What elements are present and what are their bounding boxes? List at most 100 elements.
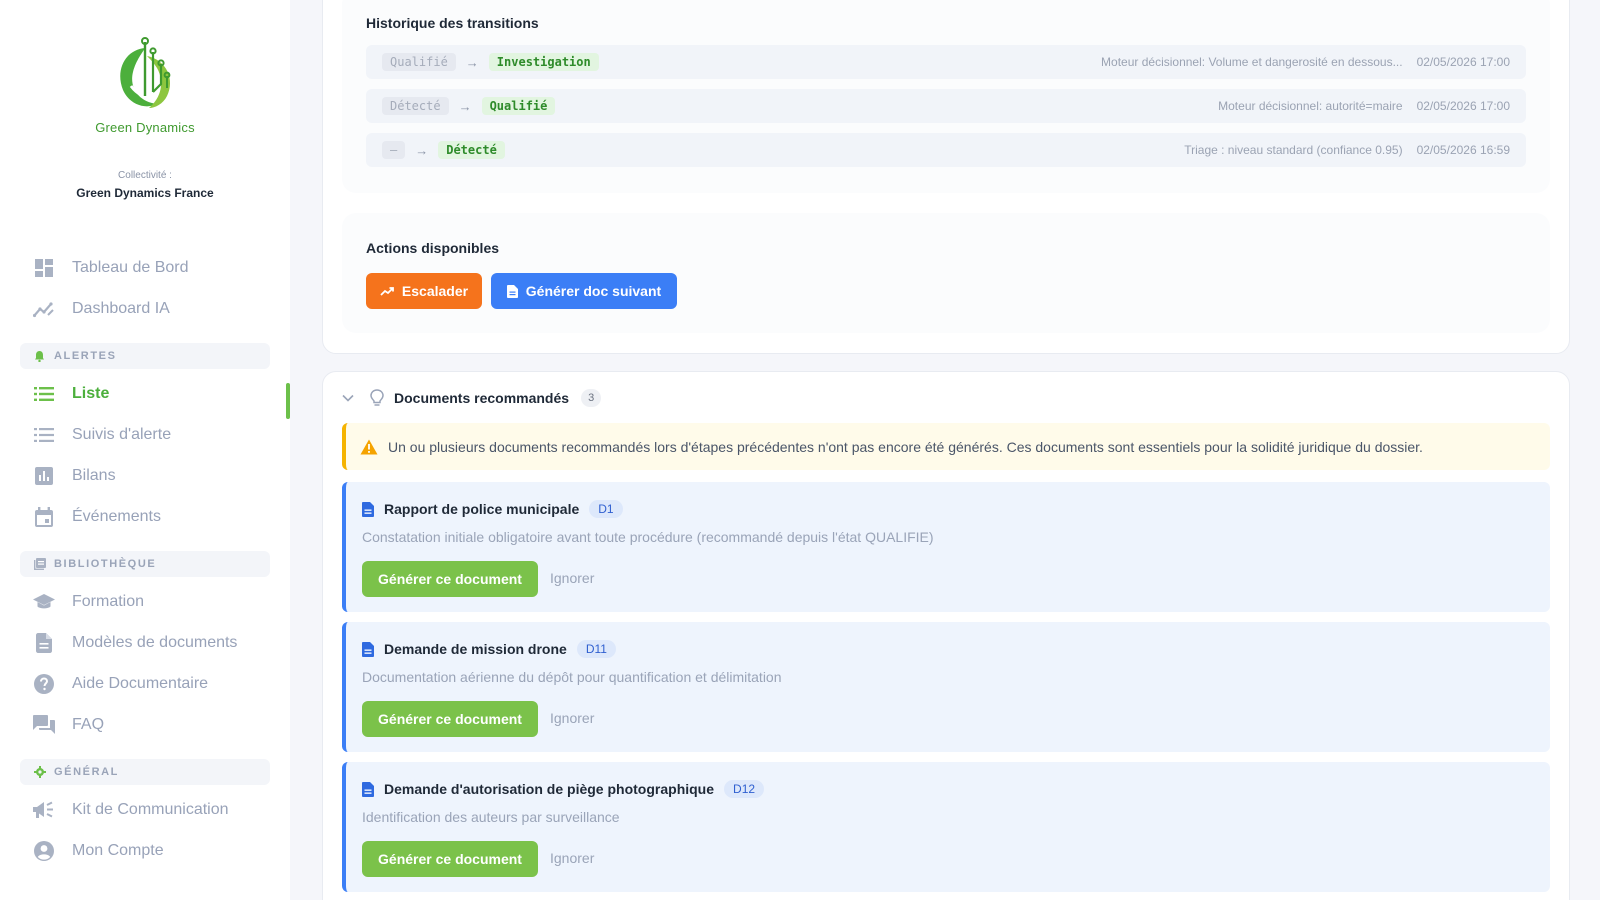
document-icon	[362, 501, 374, 517]
account-icon	[32, 839, 56, 863]
state-to-badge: Détecté	[438, 141, 505, 159]
sidebar-item-modeles-documents[interactable]: Modèles de documents	[20, 624, 270, 662]
section-header-alertes: ALERTES	[20, 343, 270, 369]
sidebar-item-formation[interactable]: Formation	[20, 583, 270, 621]
trending-up-icon	[380, 287, 394, 296]
generate-document-button[interactable]: Générer ce document	[362, 841, 538, 877]
doc-description: Documentation aérienne du dépôt pour qua…	[362, 669, 782, 685]
section-header-bibliotheque: BIBLIOTHÈQUE	[20, 551, 270, 577]
sidebar-item-tableau-de-bord[interactable]: Tableau de Bord	[20, 249, 270, 287]
transition-row: — → Détecté Triage : niveau standard (co…	[366, 133, 1526, 167]
sidebar-item-evenements[interactable]: Événements	[20, 498, 270, 536]
sidebar-item-label: Suivis d'alerte	[72, 426, 172, 443]
sidebar-item-bilans[interactable]: Bilans	[20, 457, 270, 495]
doc-description: Constatation initiale obligatoire avant …	[362, 529, 934, 545]
bell-icon	[34, 350, 46, 362]
transition-date: 02/05/2026 16:59	[1416, 143, 1510, 157]
state-to-badge: Investigation	[488, 53, 599, 71]
state-to-badge: Qualifié	[481, 97, 556, 115]
bar-chart-icon	[32, 464, 56, 488]
doc-code-badge: D12	[724, 780, 765, 798]
history-title: Historique des transitions	[366, 15, 539, 31]
sidebar-item-label: Événements	[72, 508, 161, 525]
arrow-right-icon: →	[415, 142, 429, 158]
dashboard-icon	[32, 256, 56, 280]
doc-description: Identification des auteurs par surveilla…	[362, 809, 620, 825]
state-from-badge: Détecté	[382, 97, 449, 115]
sidebar-item-faq[interactable]: FAQ	[20, 706, 270, 744]
generate-document-button[interactable]: Générer ce document	[362, 701, 538, 737]
recommended-docs-title: Documents recommandés	[394, 390, 570, 406]
sidebar-item-label: Formation	[72, 593, 145, 610]
transition-row: Détecté → Qualifié Moteur décisionnel: a…	[366, 89, 1526, 123]
transition-note: Moteur décisionnel: Volume et dangerosit…	[1101, 55, 1403, 69]
sidebar-item-label: Modèles de documents	[72, 634, 238, 651]
doc-name: Demande d'autorisation de piège photogra…	[384, 781, 715, 797]
forum-icon	[32, 713, 56, 737]
sidebar-item-mon-compte[interactable]: Mon Compte	[20, 832, 270, 870]
sidebar-item-liste[interactable]: Liste	[20, 375, 270, 413]
recommended-doc-item: Rapport de police municipale D1 Constata…	[342, 482, 1550, 612]
state-from-badge: Qualifié	[382, 53, 456, 71]
warning-banner: Un ou plusieurs documents recommandés lo…	[342, 423, 1550, 470]
ignore-link[interactable]: Ignorer	[550, 850, 594, 866]
sidebar-item-dashboard-ia[interactable]: Dashboard IA	[20, 290, 270, 328]
transition-date: 02/05/2026 17:00	[1416, 99, 1510, 113]
recommended-docs-header[interactable]: Documents recommandés 3	[342, 384, 602, 412]
section-header-general: GÉNÉRAL	[20, 759, 270, 785]
recommended-doc-item: Demande d'autorisation de piège photogra…	[342, 762, 1550, 892]
graduation-cap-icon	[32, 590, 56, 614]
main-content: Historique des transitions Qualifié → In…	[290, 0, 1600, 900]
logo-text: Green Dynamics	[95, 120, 195, 135]
sidebar-item-label: Kit de Communication	[72, 801, 229, 818]
doc-code-badge: D1	[589, 500, 623, 518]
transition-date: 02/05/2026 17:00	[1416, 55, 1510, 69]
transition-note: Triage : niveau standard (confiance 0.95…	[1184, 143, 1403, 157]
state-from-badge: —	[382, 141, 406, 159]
arrow-right-icon: →	[465, 54, 479, 70]
escalate-button[interactable]: Escalader	[366, 273, 482, 309]
collectivite-label: Collectivité :	[118, 170, 172, 181]
ignore-link[interactable]: Ignorer	[550, 570, 594, 586]
library-icon	[34, 558, 46, 570]
generate-document-button[interactable]: Générer ce document	[362, 561, 538, 597]
sidebar-item-label: FAQ	[72, 716, 105, 733]
transition-row: Qualifié → Investigation Moteur décision…	[366, 45, 1526, 79]
collectivite-name: Green Dynamics France	[76, 186, 214, 200]
sidebar-item-label: Dashboard IA	[72, 300, 170, 317]
gear-icon	[34, 766, 46, 778]
warning-text: Un ou plusieurs documents recommandés lo…	[388, 438, 1423, 455]
warning-icon	[360, 439, 378, 455]
help-icon	[32, 672, 56, 696]
generate-next-doc-button[interactable]: Générer doc suivant	[491, 273, 677, 309]
trending-icon	[32, 297, 56, 321]
arrow-right-icon: →	[458, 98, 472, 114]
transition-note: Moteur décisionnel: autorité=maire	[1218, 99, 1403, 113]
doc-code-badge: D11	[576, 640, 616, 658]
sidebar: Green Dynamics Collectivité : Green Dyna…	[0, 0, 290, 900]
green-dynamics-logo-icon	[120, 37, 171, 108]
document-icon	[362, 781, 374, 797]
sidebar-item-label: Bilans	[72, 467, 116, 484]
doc-name: Rapport de police municipale	[384, 501, 580, 517]
megaphone-icon	[32, 798, 56, 822]
lightbulb-icon	[370, 389, 384, 407]
document-icon	[506, 284, 518, 298]
document-icon	[32, 631, 56, 655]
ignore-link[interactable]: Ignorer	[550, 710, 594, 726]
recommended-doc-item: Demande de mission drone D11 Documentati…	[342, 622, 1550, 752]
document-icon	[362, 641, 374, 657]
count-badge: 3	[581, 389, 602, 407]
escalate-label: Escalader	[401, 283, 469, 299]
list-icon	[32, 382, 56, 406]
sidebar-item-label: Liste	[72, 385, 110, 402]
actions-title: Actions disponibles	[366, 240, 500, 256]
chevron-down-icon[interactable]	[342, 391, 356, 405]
sidebar-item-label: Tableau de Bord	[72, 259, 189, 276]
sidebar-item-kit-communication[interactable]: Kit de Communication	[20, 791, 270, 829]
sidebar-item-suivis-alerte[interactable]: Suivis d'alerte	[20, 416, 270, 454]
sidebar-item-label: Mon Compte	[72, 842, 164, 859]
list-icon	[32, 423, 56, 447]
logo[interactable]: Green Dynamics	[0, 36, 290, 135]
sidebar-item-aide-documentaire[interactable]: Aide Documentaire	[20, 665, 270, 703]
